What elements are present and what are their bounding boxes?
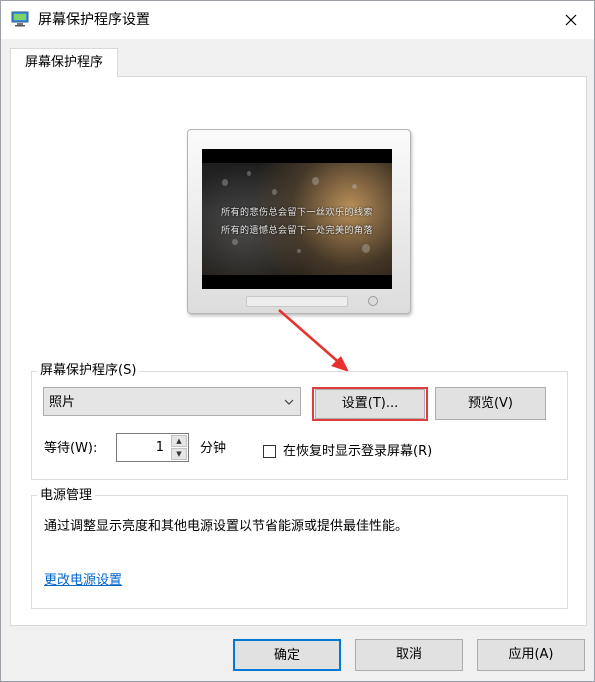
monitor-settings-icon [11, 11, 29, 27]
wait-unit: 分钟 [200, 441, 227, 456]
power-group-label: 电源管理 [37, 488, 96, 504]
stepper-down-icon[interactable]: ▼ [171, 448, 187, 460]
chevron-down-icon [284, 388, 294, 428]
window-title: 屏幕保护程序设置 [38, 12, 150, 28]
apply-button[interactable]: 应用(A) [477, 639, 585, 671]
power-description: 通过调整显示亮度和其他电源设置以节省能源或提供最佳性能。 [44, 519, 409, 534]
resume-logon-checkbox[interactable] [263, 445, 276, 458]
wait-label: 等待(W): [44, 441, 98, 456]
screensaver-group-label: 屏幕保护程序(S) [37, 363, 140, 379]
screensaver-select[interactable]: 照片 [43, 387, 301, 416]
red-arrow-icon [278, 309, 349, 372]
tab-screensaver[interactable]: 屏幕保护程序 [10, 48, 118, 77]
close-button[interactable] [548, 1, 594, 39]
resume-logon-label[interactable]: 在恢复时显示登录屏幕(R) [283, 444, 432, 460]
settings-button-highlight [312, 387, 428, 421]
stepper-up-icon[interactable]: ▲ [171, 435, 187, 447]
wait-minutes-value: 1 [155, 440, 164, 455]
wait-minutes-stepper[interactable]: 1 ▲ ▼ [116, 433, 189, 462]
preview-lyric-2: 所有的遗憾总会留下一处完美的角落 [220, 226, 373, 236]
screensaver-select-value: 照片 [49, 395, 76, 410]
ok-button[interactable]: 确定 [233, 639, 341, 671]
preview-lyric-1: 所有的悲伤总会留下一丝欢乐的线索 [220, 208, 373, 218]
preview-screen: 所有的悲伤总会留下一丝欢乐的线索 所有的遗憾总会留下一处完美的角落 [202, 149, 392, 289]
title-bar: 屏幕保护程序设置 [1, 1, 594, 39]
power-group [31, 495, 568, 609]
preview-button[interactable]: 预览(V) [435, 387, 546, 420]
screensaver-settings-dialog: 屏幕保护程序设置 屏幕保护程序 所有的悲伤总会留下一丝欢乐的线索 所有的遗憾总会… [0, 0, 595, 682]
close-icon [565, 14, 577, 26]
cancel-button[interactable]: 取消 [355, 639, 463, 671]
monitor-preview: 所有的悲伤总会留下一丝欢乐的线索 所有的遗憾总会留下一处完美的角落 [187, 129, 411, 314]
power-led-icon [368, 296, 378, 306]
change-power-settings-link[interactable]: 更改电源设置 [44, 569, 122, 588]
